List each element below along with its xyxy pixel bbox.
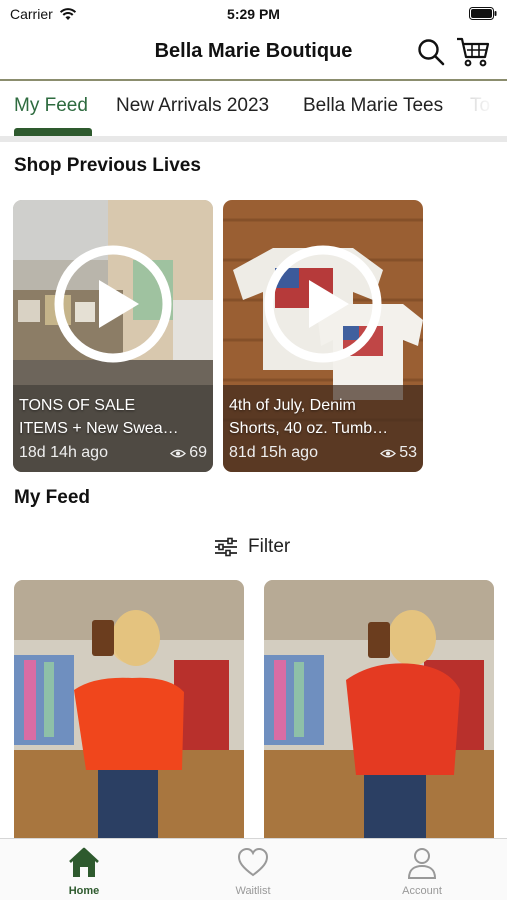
my-feed-heading: My Feed xyxy=(14,487,91,508)
home-icon xyxy=(69,847,99,877)
play-icon[interactable] xyxy=(51,242,175,366)
person-icon xyxy=(407,848,437,879)
nav-account-label: Account xyxy=(402,885,442,897)
category-tabs: My Feed New Arrivals 2023 Bella Marie Te… xyxy=(0,82,507,138)
eye-icon xyxy=(170,449,187,457)
sliders-icon xyxy=(215,537,237,557)
live-view-count: 69 xyxy=(189,444,207,461)
eye-icon xyxy=(380,449,397,457)
live-views: 53 xyxy=(380,444,417,462)
nav-waitlist[interactable]: Waitlist xyxy=(203,847,303,897)
live-views: 69 xyxy=(170,444,207,462)
status-time: 5:29 PM xyxy=(227,6,280,22)
tabs-fade-overlay xyxy=(457,82,507,138)
live-card[interactable]: 4th of July, Denim Shorts, 40 oz. Tumb… … xyxy=(223,200,423,472)
live-view-count: 53 xyxy=(399,444,417,461)
filter-label: Filter xyxy=(248,536,291,557)
live-title: 4th of July, Denim Shorts, 40 oz. Tumb… xyxy=(229,397,389,437)
feed-product-card[interactable] xyxy=(264,580,494,842)
nav-waitlist-label: Waitlist xyxy=(235,885,271,897)
nav-account[interactable]: Account xyxy=(372,847,472,897)
product-image xyxy=(264,580,494,842)
battery-icon xyxy=(469,7,497,20)
active-tab-indicator xyxy=(14,128,92,136)
live-title: TONS OF SALE ITEMS + New Swea… xyxy=(19,397,179,437)
bottom-navigation: Home Waitlist Account xyxy=(0,838,507,900)
nav-home[interactable]: Home xyxy=(34,847,134,897)
live-card[interactable]: TONS OF SALE ITEMS + New Swea… 18d 14h a… xyxy=(13,200,213,472)
previous-lives-heading: Shop Previous Lives xyxy=(14,155,201,176)
header-divider xyxy=(0,79,507,81)
filter-button[interactable]: Filter xyxy=(214,534,290,560)
play-icon[interactable] xyxy=(261,242,385,366)
live-time-ago: 18d 14h ago xyxy=(19,444,108,461)
tab-my-feed[interactable]: My Feed xyxy=(14,95,88,117)
status-bar: Carrier 5:29 PM xyxy=(0,0,507,28)
heart-icon xyxy=(237,847,269,877)
tabs-divider xyxy=(0,136,507,142)
app-header: Bella Marie Boutique xyxy=(0,28,507,78)
nav-home-label: Home xyxy=(68,885,100,897)
live-time-ago: 81d 15h ago xyxy=(229,444,318,461)
product-image xyxy=(14,580,244,842)
cart-icon[interactable] xyxy=(456,36,490,68)
feed-product-card[interactable] xyxy=(14,580,244,842)
tab-bella-marie-tees[interactable]: Bella Marie Tees xyxy=(303,95,443,117)
tab-new-arrivals-2023[interactable]: New Arrivals 2023 xyxy=(116,95,269,117)
search-icon[interactable] xyxy=(416,37,446,67)
